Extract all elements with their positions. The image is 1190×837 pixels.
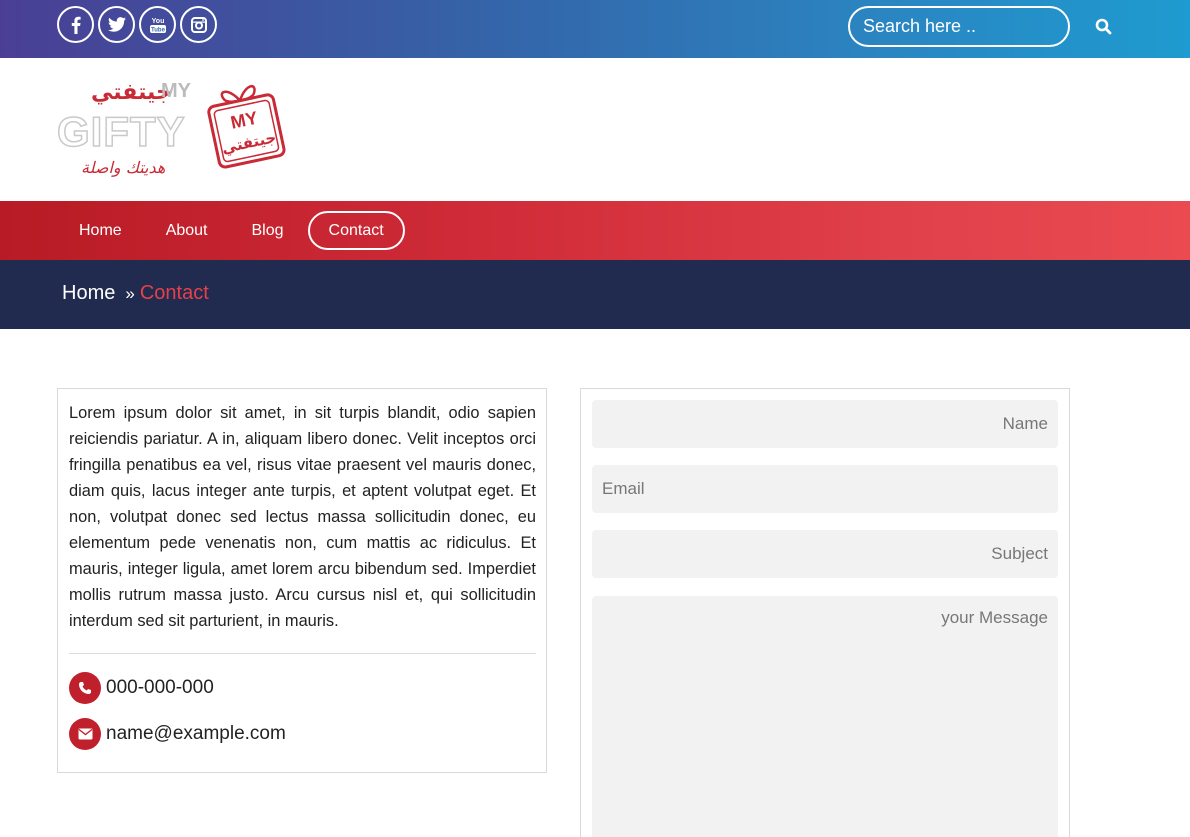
top-bar: You Tube bbox=[0, 0, 1190, 58]
phone-line: 000-000-000 bbox=[69, 672, 214, 704]
message-field[interactable] bbox=[592, 596, 1058, 837]
breadcrumb-bar: Home » Contact bbox=[0, 260, 1190, 329]
facebook-icon bbox=[71, 16, 81, 34]
envelope-icon-badge bbox=[69, 718, 101, 750]
twitter-icon bbox=[107, 17, 126, 32]
divider bbox=[69, 653, 536, 654]
youtube-link[interactable]: You Tube bbox=[139, 6, 176, 43]
phone-icon bbox=[79, 682, 91, 694]
nav-item-blog[interactable]: Blog bbox=[230, 211, 306, 250]
svg-text:Tube: Tube bbox=[151, 27, 166, 33]
svg-text:You: You bbox=[151, 18, 164, 25]
nav-item-about[interactable]: About bbox=[144, 211, 230, 250]
header-logo-area: جيتفتي MY GIFTY هديتك واصلة MY جيتفتي bbox=[0, 58, 1190, 201]
logo-gifty: GIFTY bbox=[56, 107, 186, 156]
breadcrumb-separator: » bbox=[125, 284, 135, 303]
phone-icon-badge bbox=[69, 672, 101, 704]
contact-form bbox=[580, 388, 1070, 837]
logo-tagline: هديتك واصلة bbox=[81, 158, 166, 177]
name-field[interactable] bbox=[592, 400, 1058, 448]
twitter-link[interactable] bbox=[98, 6, 135, 43]
logo-my: MY bbox=[161, 80, 191, 102]
facebook-link[interactable] bbox=[57, 6, 94, 43]
subject-field[interactable] bbox=[592, 530, 1058, 578]
search-button[interactable] bbox=[1095, 18, 1112, 36]
search-box bbox=[848, 6, 1112, 47]
breadcrumb: Home » Contact bbox=[62, 282, 209, 305]
social-links: You Tube bbox=[57, 6, 217, 43]
youtube-icon: You Tube bbox=[149, 18, 166, 33]
phone-number: 000-000-000 bbox=[106, 677, 214, 698]
email-line: name@example.com bbox=[69, 718, 286, 750]
email-address[interactable]: name@example.com bbox=[106, 723, 286, 745]
main-nav: Home About Blog Contact bbox=[0, 201, 1190, 260]
contact-info-card: Lorem ipsum dolor sit amet, in sit turpi… bbox=[57, 388, 547, 773]
nav-item-home[interactable]: Home bbox=[57, 211, 144, 250]
contact-description: Lorem ipsum dolor sit amet, in sit turpi… bbox=[69, 404, 536, 630]
email-field[interactable] bbox=[592, 465, 1058, 513]
breadcrumb-home[interactable]: Home bbox=[62, 282, 115, 305]
nav-item-contact[interactable]: Contact bbox=[307, 211, 405, 250]
site-logo[interactable]: جيتفتي MY GIFTY هديتك واصلة MY جيتفتي bbox=[56, 74, 289, 186]
instagram-icon bbox=[190, 16, 207, 33]
search-icon bbox=[1095, 18, 1112, 35]
envelope-icon bbox=[78, 728, 92, 740]
logo-arabic-top: جيتفتي bbox=[91, 80, 172, 105]
breadcrumb-current: Contact bbox=[139, 282, 209, 304]
instagram-link[interactable] bbox=[180, 6, 217, 43]
search-input[interactable] bbox=[863, 16, 1095, 37]
gift-box-icon: MY جيتفتي bbox=[207, 85, 286, 169]
